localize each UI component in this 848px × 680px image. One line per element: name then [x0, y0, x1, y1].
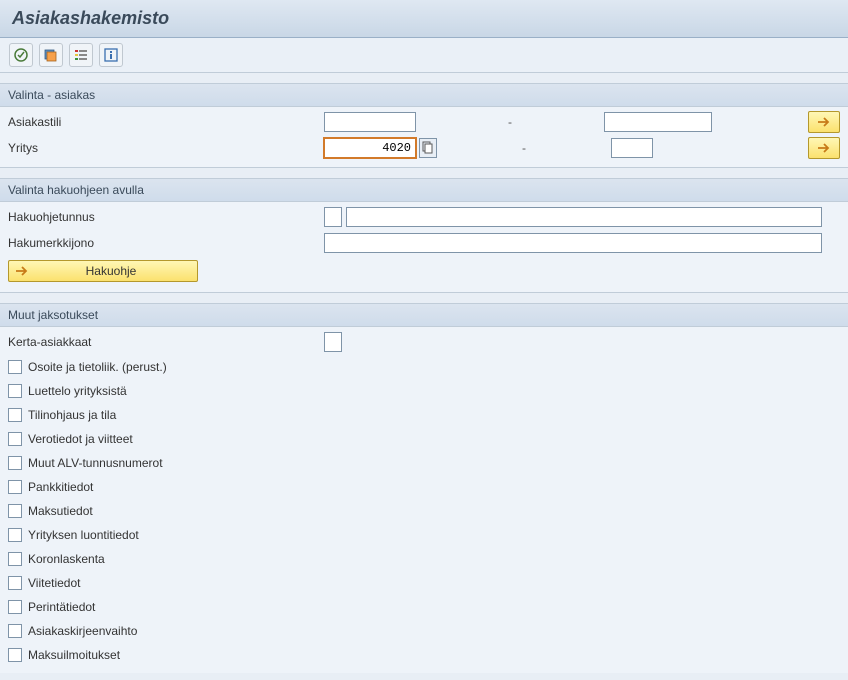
check-row: Maksutiedot — [0, 499, 848, 523]
arrow-right-icon — [817, 116, 831, 128]
list-button[interactable] — [70, 44, 92, 66]
checkbox[interactable] — [8, 456, 22, 470]
checkbox-label: Koronlaskenta — [28, 552, 105, 566]
checkbox[interactable] — [8, 384, 22, 398]
checkbox[interactable] — [8, 648, 22, 662]
input-hakumerkkijono[interactable] — [324, 233, 822, 253]
label-hakuohjetunnus: Hakuohjetunnus — [0, 210, 320, 224]
checkbox[interactable] — [8, 408, 22, 422]
section-valinta-asiakas: Valinta - asiakas Asiakastili - Yritys - — [0, 83, 848, 168]
f4-yritys-button[interactable] — [419, 138, 437, 158]
label-yritys: Yritys — [0, 141, 320, 155]
check-row: Verotiedot ja viitteet — [0, 427, 848, 451]
input-yritys-to[interactable] — [611, 138, 653, 158]
section-body-valinta-asiakas: Asiakastili - Yritys - — [0, 107, 848, 167]
label-asiakastili: Asiakastili — [0, 115, 320, 129]
checkbox[interactable] — [8, 624, 22, 638]
checkbox-label: Tilinohjaus ja tila — [28, 408, 116, 422]
checkbox-label: Pankkitiedot — [28, 480, 93, 494]
checkbox[interactable] — [8, 504, 22, 518]
row-hakumerkkijono: Hakumerkkijono — [0, 230, 848, 256]
checkbox-label: Osoite ja tietoliik. (perust.) — [28, 360, 167, 374]
clock-check-icon — [13, 47, 29, 63]
check-row: Asiakaskirjeenvaihto — [0, 619, 848, 643]
overview-button[interactable] — [40, 44, 62, 66]
checkbox-label: Maksutiedot — [28, 504, 93, 518]
checkbox-label: Yrityksen luontitiedot — [28, 528, 139, 542]
check-row: Maksuilmoitukset — [0, 643, 848, 667]
checkbox-label: Maksuilmoitukset — [28, 648, 120, 662]
dash-yritys: - — [441, 141, 607, 155]
section-header-muut-jaksotukset: Muut jaksotukset — [0, 304, 848, 327]
info-icon — [103, 47, 119, 63]
checkbox[interactable] — [8, 576, 22, 590]
checkbox[interactable] — [8, 528, 22, 542]
check-row: Koronlaskenta — [0, 547, 848, 571]
input-hakuohjetunnus-flag[interactable] — [324, 207, 342, 227]
checkbox-label: Verotiedot ja viitteet — [28, 432, 133, 446]
check-row: Perintätiedot — [0, 595, 848, 619]
dash-asiakastili: - — [420, 115, 600, 129]
input-hakuohjetunnus-value[interactable] — [346, 207, 822, 227]
arrow-right-icon — [15, 265, 29, 277]
multiselect-yritys-button[interactable] — [808, 137, 840, 159]
label-kerta-asiakkaat: Kerta-asiakkaat — [0, 335, 320, 349]
check-row: Muut ALV-tunnusnumerot — [0, 451, 848, 475]
section-body-valinta-hakuohjeen: Hakuohjetunnus Hakumerkkijono Hakuohje — [0, 202, 848, 292]
input-kerta-asiakkaat[interactable] — [324, 332, 342, 352]
section-header-valinta-asiakas: Valinta - asiakas — [0, 84, 848, 107]
section-valinta-hakuohjeen: Valinta hakuohjeen avulla Hakuohjetunnus… — [0, 178, 848, 293]
check-row: Luettelo yrityksistä — [0, 379, 848, 403]
stack-icon — [43, 47, 59, 63]
checkbox-label: Muut ALV-tunnusnumerot — [28, 456, 163, 470]
search-help-icon — [422, 141, 434, 155]
row-hakuohjetunnus: Hakuohjetunnus — [0, 204, 848, 230]
checkbox-label: Viitetiedot — [28, 576, 80, 590]
page-title: Asiakashakemisto — [12, 8, 169, 28]
checkbox-label: Luettelo yrityksistä — [28, 384, 127, 398]
input-asiakastili-from[interactable] — [324, 112, 416, 132]
row-asiakastili: Asiakastili - — [0, 109, 848, 135]
input-asiakastili-to[interactable] — [604, 112, 712, 132]
label-hakumerkkijono: Hakumerkkijono — [0, 236, 320, 250]
list-colored-icon — [73, 47, 89, 63]
checkbox[interactable] — [8, 432, 22, 446]
row-kerta-asiakkaat: Kerta-asiakkaat — [0, 329, 848, 355]
section-header-valinta-hakuohjeen: Valinta hakuohjeen avulla — [0, 179, 848, 202]
section-muut-jaksotukset: Muut jaksotukset Kerta-asiakkaat Osoite … — [0, 303, 848, 673]
checkbox[interactable] — [8, 360, 22, 374]
checkbox[interactable] — [8, 552, 22, 566]
checkbox[interactable] — [8, 480, 22, 494]
multiselect-asiakastili-button[interactable] — [808, 111, 840, 133]
check-row: Viitetiedot — [0, 571, 848, 595]
title-bar: Asiakashakemisto — [0, 0, 848, 38]
checkbox[interactable] — [8, 600, 22, 614]
execute-button[interactable] — [10, 44, 32, 66]
check-row: Osoite ja tietoliik. (perust.) — [0, 355, 848, 379]
toolbar — [0, 38, 848, 73]
section-body-muut-jaksotukset: Kerta-asiakkaat Osoite ja tietoliik. (pe… — [0, 327, 848, 673]
info-button[interactable] — [100, 44, 122, 66]
row-yritys: Yritys - — [0, 135, 848, 161]
arrow-right-icon — [817, 142, 831, 154]
check-row: Tilinohjaus ja tila — [0, 403, 848, 427]
hakuohje-button-label: Hakuohje — [39, 264, 197, 278]
check-row: Yrityksen luontitiedot — [0, 523, 848, 547]
check-row: Pankkitiedot — [0, 475, 848, 499]
hakuohje-button[interactable]: Hakuohje — [8, 260, 198, 282]
checkbox-label: Perintätiedot — [28, 600, 95, 614]
checkbox-label: Asiakaskirjeenvaihto — [28, 624, 137, 638]
input-yritys-from[interactable] — [324, 138, 416, 158]
